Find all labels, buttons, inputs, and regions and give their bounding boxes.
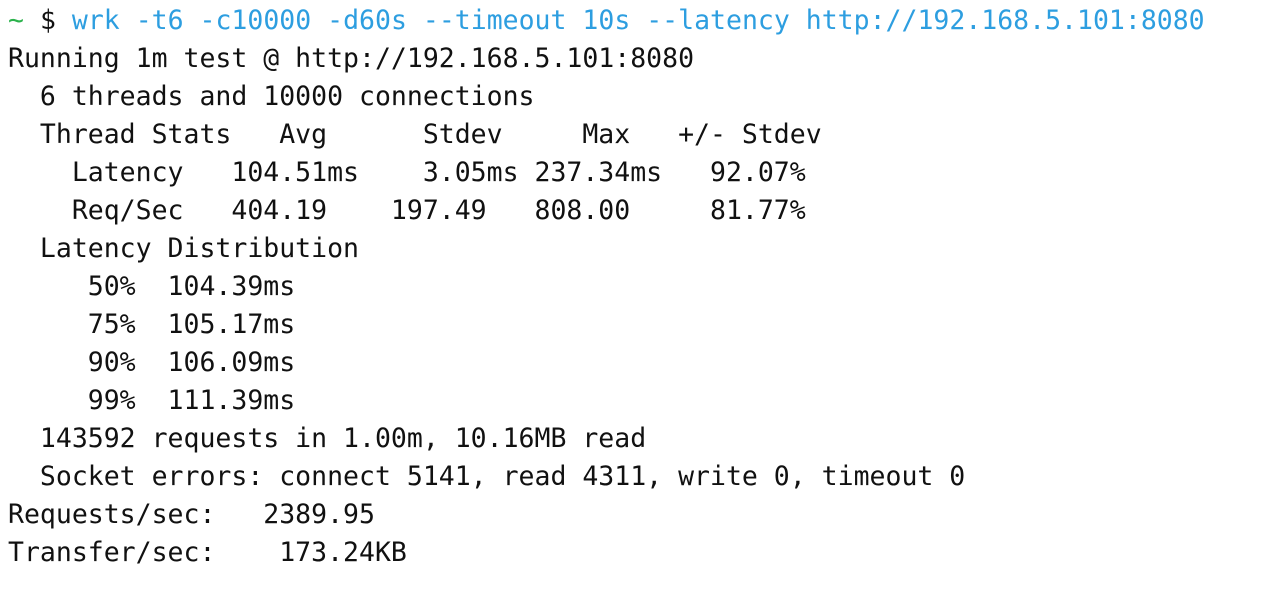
latency-stats-row: Latency 104.51ms 3.05ms 237.34ms 92.07% <box>8 157 806 188</box>
reqsec-stats-row: Req/Sec 404.19 197.49 808.00 81.77% <box>8 195 806 226</box>
transfer-per-sec-line: Transfer/sec: 173.24KB <box>8 537 407 568</box>
latency-p90: 90% 106.09ms <box>8 347 296 378</box>
threads-line: 6 threads and 10000 connections <box>8 81 535 112</box>
running-line: Running 1m test @ http://192.168.5.101:8… <box>8 43 695 74</box>
thread-stats-header: Thread Stats Avg Stdev Max +/- Stdev <box>8 119 822 150</box>
summary-line: 143592 requests in 1.00m, 10.16MB read <box>8 423 647 454</box>
requests-per-sec-line: Requests/sec: 2389.95 <box>8 499 375 530</box>
socket-errors-line: Socket errors: connect 5141, read 4311, … <box>8 461 966 492</box>
prompt-cwd: ~ <box>8 5 24 36</box>
latency-p75: 75% 105.17ms <box>8 309 296 340</box>
latency-p99: 99% 111.39ms <box>8 385 296 416</box>
command-text: wrk -t6 -c10000 -d60s --timeout 10s --la… <box>71 5 1205 36</box>
terminal-window[interactable]: ~ $ wrk -t6 -c10000 -d60s --timeout 10s … <box>0 0 1276 596</box>
latency-distribution-header: Latency Distribution <box>8 233 359 264</box>
latency-p50: 50% 104.39ms <box>8 271 296 302</box>
prompt-line: ~ $ wrk -t6 -c10000 -d60s --timeout 10s … <box>8 2 1205 40</box>
prompt-symbol: $ <box>39 5 56 36</box>
